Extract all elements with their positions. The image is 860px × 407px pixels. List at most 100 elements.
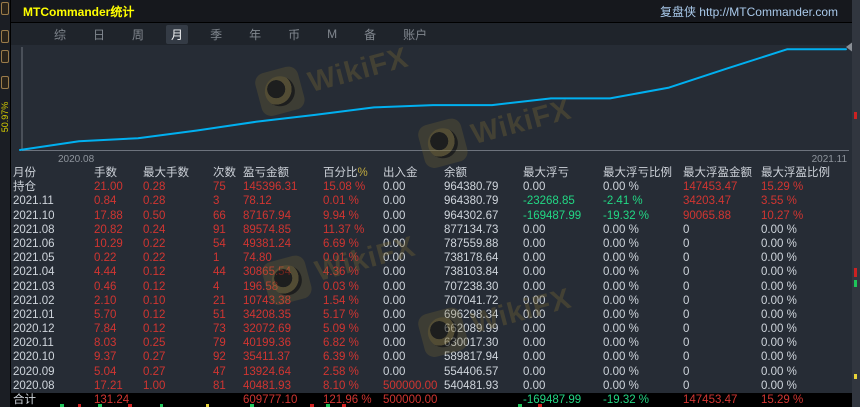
- cell-inout: 0.00: [383, 181, 406, 194]
- cell-count: 4: [213, 280, 220, 293]
- table-row-2021.11[interactable]: 2021.11 0.84 0.28 3 78.12 0.01 % 0.00 964380.79…: [11, 194, 852, 208]
- cell-inout: 0.00: [383, 223, 406, 236]
- menu-item-备[interactable]: 备: [359, 25, 381, 44]
- table-row-2021.02[interactable]: 2021.02 2.10 0.10 21 10743.38 1.54 % 0.00 70704…: [11, 294, 852, 308]
- menu-item-币[interactable]: 币: [283, 25, 305, 44]
- cell-max_fp_pct: 0.00 %: [761, 379, 797, 392]
- col-header-balance: 余额: [444, 167, 467, 179]
- cell-balance: 964380.79: [444, 181, 499, 194]
- menu-item-M[interactable]: M: [322, 26, 342, 42]
- cell-inout: 500000.00: [383, 379, 438, 392]
- cell-max_fp_pct: 0.00 %: [761, 237, 797, 250]
- menu-item-综[interactable]: 综: [49, 25, 71, 44]
- background-toolbar-icon: [1, 50, 9, 63]
- window-title: MTCommander统计: [23, 4, 135, 19]
- cell-count: 92: [213, 351, 226, 364]
- cell-pct: 1.54 %: [323, 294, 359, 307]
- table-row-2021.03[interactable]: 2021.03 0.46 0.12 4 196.58 0.03 % 0.00 707238.3…: [11, 280, 852, 294]
- cell-inout: 0.00: [383, 351, 406, 364]
- table-row-2020.10[interactable]: 2020.10 9.37 0.27 92 35411.37 6.39 % 0.00 58981…: [11, 350, 852, 364]
- cell-inout: 0.00: [383, 280, 406, 293]
- table-row-持仓[interactable]: 持仓 21.00 0.28 75 145396.31 15.08 % 0.00 964380.…: [11, 180, 852, 194]
- cell-max_dd_pct: 0.00 %: [603, 323, 639, 336]
- table-row-2020.09[interactable]: 2020.09 5.04 0.27 47 13924.64 2.58 % 0.00 55440…: [11, 365, 852, 379]
- cell-month: 2021.02: [13, 294, 55, 307]
- table-row-2021.04[interactable]: 2021.04 4.44 0.12 44 30865.54 4.36 % 0.00 73810…: [11, 265, 852, 279]
- col-header-max_dd: 最大浮亏: [523, 167, 569, 179]
- cell-max_lots: 0.25: [143, 337, 166, 350]
- table-row-2021.06[interactable]: 2021.06 10.29 0.22 54 49381.24 6.69 % 0.00 7875…: [11, 237, 852, 251]
- cell-inout: 0.00: [383, 209, 406, 222]
- cell-count: 79: [213, 337, 226, 350]
- cell-pct: 5.17 %: [323, 308, 359, 321]
- cell-pct: 2.58 %: [323, 365, 359, 378]
- equity-chart-canvas: 2020.08 2021.11: [19, 47, 849, 165]
- cell-pnl: 145396.31: [243, 181, 298, 194]
- cell-max_fp_pct: 0.00 %: [761, 266, 797, 279]
- cell-max_lots: 0.22: [143, 252, 166, 265]
- col-header-max_lots: 最大手数: [143, 167, 189, 179]
- cell-max_dd_pct: 0.00 %: [603, 337, 639, 350]
- cell-count: 66: [213, 209, 226, 222]
- table-row-2021.05[interactable]: 2021.05 0.22 0.22 1 74.80 0.01 % 0.00 738178.64…: [11, 251, 852, 265]
- table-row-2020.11[interactable]: 2020.11 8.03 0.25 79 40199.36 6.82 % 0.00 63001…: [11, 336, 852, 350]
- x-axis-tick-end: 2021.11: [812, 154, 848, 165]
- brand-link[interactable]: 复盘侠 http://MTCommander.com: [660, 3, 852, 20]
- cell-max_dd_pct: -2.41 %: [603, 195, 643, 208]
- cell-pnl: 89574.85: [243, 223, 291, 236]
- menu-item-日[interactable]: 日: [88, 25, 110, 44]
- cell-inout: 0.00: [383, 195, 406, 208]
- cell-count: 75: [213, 181, 226, 194]
- table-row-2020.08[interactable]: 2020.08 17.21 1.00 81 40481.93 8.10 % 500000.0…: [11, 379, 852, 393]
- cell-month: 2020.09: [13, 365, 55, 378]
- cell-pct: 5.09 %: [323, 323, 359, 336]
- cell-lots: 5.70: [94, 308, 117, 321]
- col-header-month: 月份: [13, 167, 36, 179]
- cell-max_fp: 0: [683, 252, 690, 265]
- col-header-max_fp: 最大浮盈金额: [683, 167, 752, 179]
- cell-count: 91: [213, 223, 226, 236]
- cell-max_dd: -169487.99: [523, 209, 582, 222]
- cell-balance: 696298.34: [444, 308, 499, 321]
- cell-max_dd_pct: 0.00 %: [603, 223, 639, 236]
- cell-balance: 589817.94: [444, 351, 499, 364]
- cell-max_dd: 0.00: [523, 337, 546, 350]
- menu-item-账户[interactable]: 账户: [398, 25, 432, 44]
- cell-max_lots: 0.12: [143, 266, 166, 279]
- table-row-2021.01[interactable]: 2021.01 5.70 0.12 51 34208.35 5.17 % 0.00 69629…: [11, 308, 852, 322]
- cell-max_dd_pct: 0.00 %: [603, 181, 639, 194]
- cell-balance: 964380.79: [444, 195, 499, 208]
- cell-max_fp: 0: [683, 223, 690, 236]
- background-toolbar-icon: [1, 30, 9, 43]
- equity-curve-line: [19, 48, 847, 151]
- table-row-2021.10[interactable]: 2021.10 17.88 0.50 66 87167.94 9.94 % 0.00 9643…: [11, 209, 852, 223]
- cell-max_fp_pct: 0.00 %: [761, 351, 797, 364]
- cell-max_fp: 0: [683, 379, 690, 392]
- table-row-2020.12[interactable]: 2020.12 7.84 0.12 73 32072.69 5.09 % 0.00 66208…: [11, 322, 852, 336]
- cell-inout: 0.00: [383, 252, 406, 265]
- cell-pnl: 40199.36: [243, 337, 291, 350]
- cell-pct: 15.08 %: [323, 181, 366, 194]
- cell-max_fp_pct: 0.00 %: [761, 280, 797, 293]
- cell-max_dd_pct: 0.00 %: [603, 294, 639, 307]
- background-axis-label: 50.97%: [0, 101, 10, 133]
- cell-month: 2021.11: [13, 195, 54, 208]
- cell-max_lots: 0.10: [143, 294, 166, 307]
- cell-pnl: 13924.64: [243, 365, 291, 378]
- cell-pnl: 40481.93: [243, 379, 291, 392]
- menu-item-季[interactable]: 季: [205, 25, 227, 44]
- cell-max_fp: 0: [683, 365, 690, 378]
- cell-pct: 9.94 %: [323, 209, 359, 222]
- cell-max_lots: 0.27: [143, 351, 166, 364]
- cell-count: 51: [213, 308, 226, 321]
- cell-max_dd: -23268.85: [523, 195, 575, 208]
- cell-max_lots: 0.50: [143, 209, 166, 222]
- menu-item-月[interactable]: 月: [166, 24, 189, 44]
- table-row-2021.08[interactable]: 2021.08 20.82 0.24 91 89574.85 11.37 % 0.00 877…: [11, 223, 852, 237]
- menu-item-年[interactable]: 年: [244, 25, 266, 44]
- cell-max_lots: 0.28: [143, 181, 166, 194]
- cell-lots: 17.21: [94, 379, 123, 392]
- monthly-statistics-table: 月份 手数 最大手数 次数 盈亏金额 百分比% 出入金 余额 最大浮亏 最大浮亏比例 最大浮盈金额最…: [11, 166, 852, 407]
- cell-max_lots: 0.12: [143, 323, 166, 336]
- menu-item-周[interactable]: 周: [127, 25, 149, 44]
